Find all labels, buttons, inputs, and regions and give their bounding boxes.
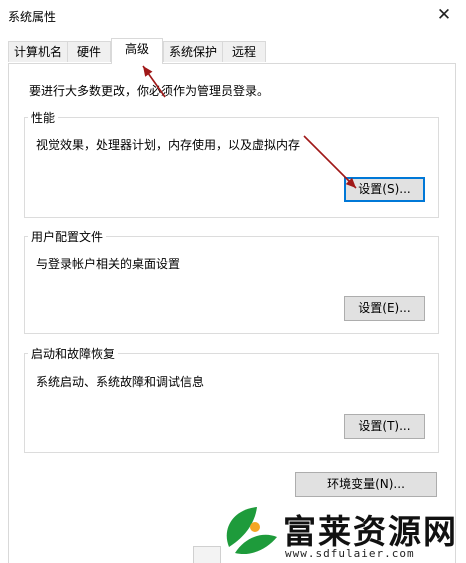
close-icon[interactable]: ✕ — [432, 4, 456, 26]
watermark: 富莱资源网 www.sdfulaier.com — [215, 497, 466, 563]
watermark-url: www.sdfulaier.com — [285, 547, 415, 560]
performance-group — [24, 117, 439, 218]
title-bar: 系统属性 ✕ — [0, 0, 466, 32]
user-profiles-group-title: 用户配置文件 — [28, 230, 107, 244]
startup-recovery-settings-button[interactable]: 设置(T)... — [344, 414, 425, 439]
tab-computer-name[interactable]: 计算机名 — [8, 41, 68, 62]
admin-notice: 要进行大多数更改，你必须作为管理员登录。 — [29, 84, 270, 98]
window-title: 系统属性 — [8, 10, 57, 24]
watermark-title: 富莱资源网 — [283, 512, 458, 551]
tab-hardware[interactable]: 硬件 — [67, 41, 111, 62]
watermark-logo-icon — [226, 507, 277, 555]
performance-settings-button[interactable]: 设置(S)... — [344, 177, 425, 202]
tab-advanced[interactable]: 高级 — [111, 38, 163, 64]
performance-group-title: 性能 — [28, 111, 59, 125]
tab-remote[interactable]: 远程 — [222, 41, 266, 62]
user-profiles-description: 与登录帐户相关的桌面设置 — [36, 257, 181, 271]
startup-recovery-description: 系统启动、系统故障和调试信息 — [36, 375, 205, 389]
performance-description: 视觉效果，处理器计划，内存使用，以及虚拟内存 — [36, 138, 301, 152]
tab-system-protection[interactable]: 系统保护 — [163, 41, 223, 62]
environment-variables-button[interactable]: 环境变量(N)... — [295, 472, 437, 497]
startup-recovery-group-title: 启动和故障恢复 — [28, 347, 119, 361]
user-profiles-settings-button[interactable]: 设置(E)... — [344, 296, 425, 321]
